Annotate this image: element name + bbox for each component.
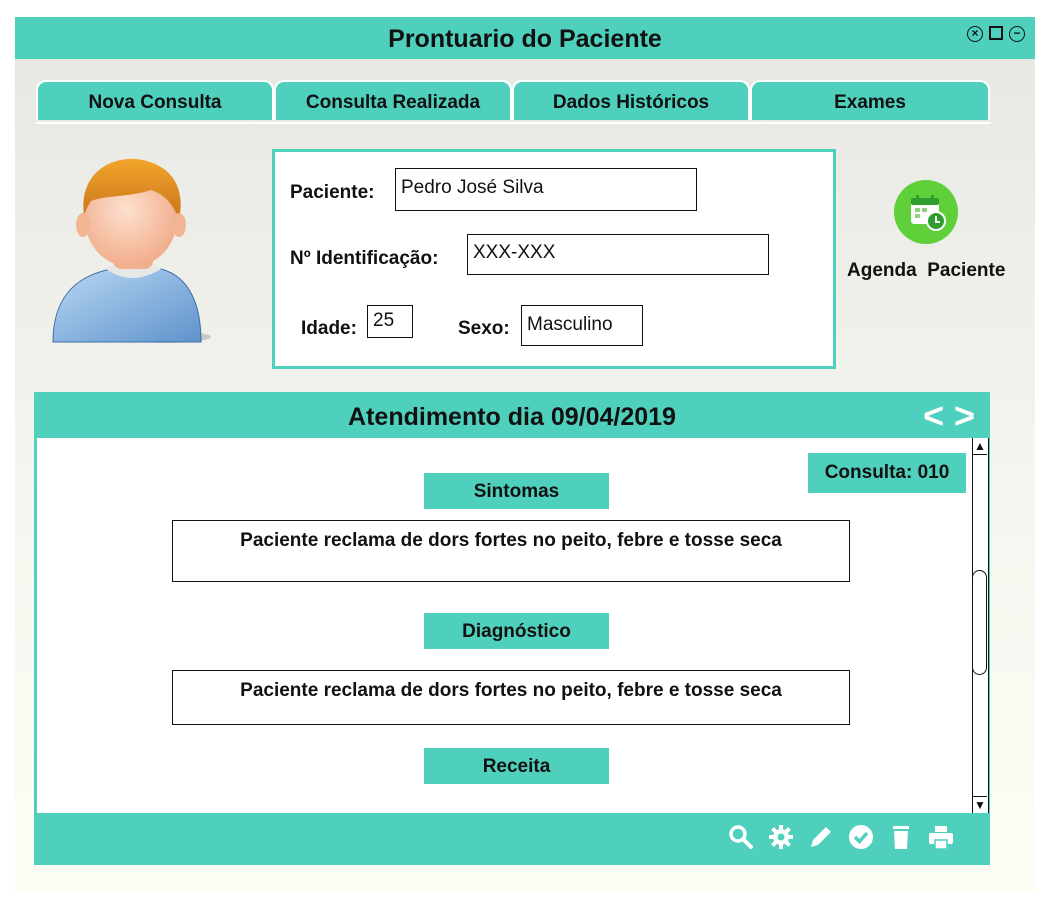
sintomas-textbox[interactable]: Paciente reclama de dors fortes no peito… xyxy=(172,520,850,582)
tab-consulta-realizada[interactable]: Consulta Realizada xyxy=(274,80,512,120)
scroll-up-arrow-icon[interactable]: ▲ xyxy=(973,438,987,455)
minimize-icon[interactable]: − xyxy=(1009,26,1025,42)
close-icon[interactable]: × xyxy=(967,26,983,42)
patient-age-field[interactable]: 25 xyxy=(367,305,413,338)
tab-bar: Nova Consulta Consulta Realizada Dados H… xyxy=(36,80,991,124)
window-controls: × − xyxy=(967,26,1025,42)
gear-icon[interactable] xyxy=(767,823,795,851)
pencil-icon[interactable] xyxy=(807,823,835,851)
tab-dados-historicos[interactable]: Dados Históricos xyxy=(512,80,750,120)
vertical-scrollbar[interactable]: ▲ ▼ xyxy=(972,438,989,813)
check-icon[interactable] xyxy=(847,823,875,851)
diagnostico-textbox[interactable]: Paciente reclama de dors fortes no peito… xyxy=(172,670,850,725)
patient-id-field[interactable]: XXX-XXX xyxy=(467,234,769,275)
scroll-thumb[interactable] xyxy=(972,570,987,675)
sintomas-label: Sintomas xyxy=(424,473,609,509)
patient-name-field[interactable]: Pedro José Silva xyxy=(395,168,697,211)
tab-nova-consulta[interactable]: Nova Consulta xyxy=(36,80,274,120)
patient-sex-label: Sexo: xyxy=(458,318,510,339)
patient-avatar xyxy=(52,158,211,343)
scroll-down-arrow-icon[interactable]: ▼ xyxy=(973,796,987,813)
diagnostico-label: Diagnóstico xyxy=(424,613,609,649)
agenda-label[interactable]: Agenda Paciente xyxy=(847,260,1005,282)
consulta-badge: Consulta: 010 xyxy=(808,453,966,493)
title-bar: Prontuario do Paciente × − xyxy=(15,17,1035,59)
receita-label: Receita xyxy=(424,748,609,784)
patient-name-label: Paciente: xyxy=(290,182,375,203)
patient-info-panel: Paciente: Pedro José Silva Nº Identifica… xyxy=(272,149,836,369)
print-icon[interactable] xyxy=(927,823,955,851)
search-icon[interactable] xyxy=(727,823,755,851)
atendimento-toolbar xyxy=(37,813,987,862)
trash-icon[interactable] xyxy=(887,823,915,851)
prontuario-window: Prontuario do Paciente × − Nova Consulta… xyxy=(15,17,1035,892)
window-title: Prontuario do Paciente xyxy=(388,25,662,53)
tab-exames[interactable]: Exames xyxy=(750,80,990,120)
atendimento-title: Atendimento dia 09/04/2019 xyxy=(348,403,676,431)
atendimento-header: Atendimento dia 09/04/2019 < > xyxy=(37,395,987,438)
action-toolbar xyxy=(727,823,955,851)
chevron-right-icon[interactable]: > xyxy=(954,398,975,434)
calendar-clock-icon xyxy=(911,195,946,231)
patient-id-label: Nº Identificação: xyxy=(290,248,439,269)
patient-age-label: Idade: xyxy=(301,318,357,339)
atendimento-panel: Atendimento dia 09/04/2019 < > Consulta:… xyxy=(34,392,990,865)
date-navigation: < > xyxy=(923,398,975,434)
chevron-left-icon[interactable]: < xyxy=(923,398,944,434)
agenda-button[interactable] xyxy=(894,180,958,244)
patient-sex-field[interactable]: Masculino xyxy=(521,305,643,346)
maximize-icon[interactable] xyxy=(989,26,1003,40)
tab-divider xyxy=(36,122,991,124)
